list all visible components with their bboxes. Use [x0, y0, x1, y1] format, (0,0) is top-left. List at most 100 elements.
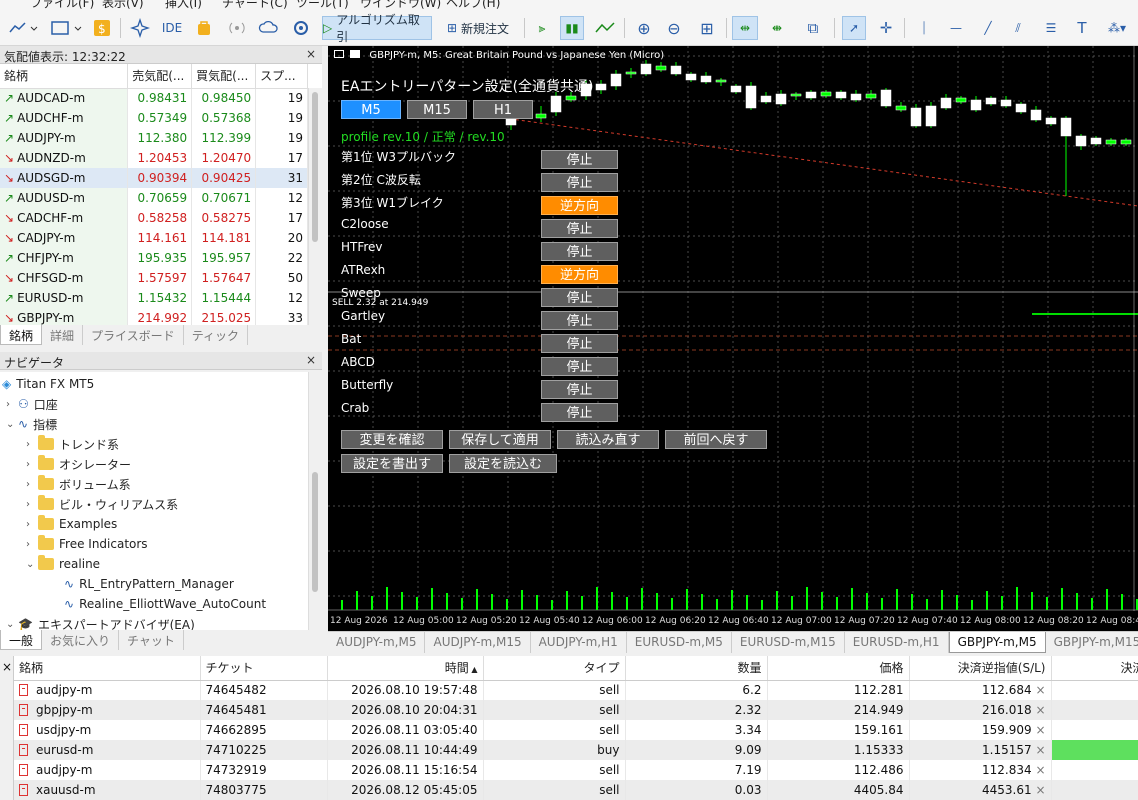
tab-chat[interactable]: チャット	[119, 630, 184, 650]
position-row[interactable]: eurusd-m 74710225 2026.08.11 10:44:49 buy 9.…	[14, 740, 1138, 760]
zoom-in-icon[interactable]: ⊕	[632, 16, 656, 40]
chart-tab[interactable]: EURUSD-m,M5	[627, 632, 732, 653]
tp-cell[interactable]: 111.	[1051, 680, 1138, 700]
column-spread[interactable]: スプ...	[255, 64, 308, 89]
navigator-item[interactable]: ◈ Titan FX MT5	[2, 374, 94, 394]
chart-type-icon[interactable]	[6, 16, 40, 40]
import-settings-button[interactable]: 設定を読込む	[449, 454, 557, 473]
screenshot-icon[interactable]: ⧉	[800, 16, 826, 40]
tab-symbols[interactable]: 銘柄	[0, 325, 43, 345]
market-watch-row[interactable]: ↗ AUDCHF-m 0.57349 0.57368 19	[0, 108, 308, 128]
tp-cell[interactable]: 158.	[1051, 720, 1138, 740]
market-watch-row[interactable]: ↗ EURUSD-m 1.15432 1.15444 12	[0, 288, 308, 308]
sparkle-icon[interactable]	[128, 16, 152, 40]
chart-tab[interactable]: AUDJPY-m,H1	[531, 632, 627, 653]
pattern-toggle-button[interactable]: 停止	[541, 150, 618, 169]
timeframe-icon[interactable]	[48, 16, 84, 40]
export-settings-button[interactable]: 設定を書出す	[341, 454, 443, 473]
close-icon[interactable]: ×	[306, 353, 316, 367]
chevron-right-icon[interactable]: ›	[26, 479, 38, 490]
pattern-toggle-button[interactable]: 停止	[541, 334, 618, 353]
navigator-item[interactable]: › ⚇ 口座	[6, 394, 58, 414]
tp-cell[interactable]: 1.15	[1051, 740, 1138, 760]
confirm-changes-button[interactable]: 変更を確認	[341, 430, 443, 449]
sl-cell[interactable]: 216.018 ×	[909, 700, 1052, 720]
position-row[interactable]: usdjpy-m 74662895 2026.08.11 03:05:40 sell 3…	[14, 720, 1138, 740]
horizontal-line-icon[interactable]: —	[942, 16, 970, 40]
tab-general[interactable]: 一般	[0, 630, 43, 650]
bag-icon[interactable]	[192, 16, 216, 40]
timeframe-m5-button[interactable]: M5	[341, 100, 401, 119]
position-row[interactable]: audjpy-m 74645482 2026.08.10 19:57:48 sell 6…	[14, 680, 1138, 700]
market-watch-row[interactable]: ↗ CHFJPY-m 195.935 195.957 22	[0, 248, 308, 268]
column-header[interactable]: チケット	[200, 656, 328, 681]
revert-button[interactable]: 前回へ戻す	[665, 430, 767, 449]
position-row[interactable]: xauusd-m 74803775 2026.08.12 05:45:05 sell 0…	[14, 780, 1138, 800]
remove-sl-icon[interactable]: ×	[1032, 703, 1045, 717]
save-apply-button[interactable]: 保存して適用	[449, 430, 551, 449]
pattern-toggle-button[interactable]: 停止	[541, 288, 618, 307]
navigator-item[interactable]: › Free Indicators	[26, 534, 148, 554]
pattern-toggle-button[interactable]: 停止	[541, 311, 618, 330]
remove-sl-icon[interactable]: ×	[1032, 743, 1045, 757]
chevron-down-icon[interactable]: ⌄	[26, 559, 38, 570]
chart-tab[interactable]: AUDJPY-m,M15	[425, 632, 531, 653]
market-watch-row[interactable]: ↘ GBPJPY-m 214.992 215.025 33	[0, 308, 308, 325]
chevron-right-icon[interactable]: ›	[26, 539, 38, 550]
fibonacci-icon[interactable]: ☰	[1038, 16, 1064, 40]
chart-tab[interactable]: GBPJPY-m,M5	[948, 632, 1046, 653]
pattern-toggle-button[interactable]: 逆方向	[541, 265, 618, 284]
chart-tab[interactable]: GBPJPY-m,M15	[1046, 632, 1138, 653]
navigator-item[interactable]: › Examples	[26, 514, 117, 534]
column-bid[interactable]: 売気配(...	[127, 64, 193, 89]
sl-cell[interactable]: 1.15157 ×	[909, 740, 1052, 760]
menu-tools[interactable]: ツール(T)	[296, 0, 349, 10]
signal-icon[interactable]	[224, 16, 250, 40]
line-chart-icon[interactable]	[592, 16, 618, 40]
menu-view[interactable]: 表示(V)	[102, 0, 144, 10]
chevron-down-icon[interactable]: ⌄	[6, 419, 18, 430]
menu-help[interactable]: ヘルプ(H)	[446, 0, 500, 10]
channel-icon[interactable]: ⫽	[1006, 16, 1030, 40]
market-watch-row[interactable]: ↘ CADCHF-m 0.58258 0.58275 17	[0, 208, 308, 228]
cursor-icon[interactable]: ➚	[842, 16, 866, 40]
navigator-item[interactable]: › ボリューム系	[26, 474, 131, 494]
tab-ticks[interactable]: ティック	[184, 325, 248, 345]
chevron-right-icon[interactable]: ›	[26, 459, 38, 470]
close-icon[interactable]: ×	[2, 660, 12, 674]
navigator-item[interactable]: › ビル・ウィリアムス系	[26, 494, 178, 514]
navigator-scrollbar[interactable]	[308, 372, 322, 630]
settings-icon[interactable]	[288, 16, 314, 40]
menu-file[interactable]: ファイル(F)	[30, 0, 94, 10]
price-chart[interactable]: GBPJPY-m, M5: Great Britain Pound vs Jap…	[328, 46, 1138, 631]
auto-scroll-icon[interactable]: ⇹	[732, 16, 758, 40]
pattern-toggle-button[interactable]: 停止	[541, 380, 618, 399]
remove-sl-icon[interactable]: ×	[1032, 683, 1045, 697]
pattern-toggle-button[interactable]: 停止	[541, 242, 618, 261]
text-icon[interactable]: T	[1070, 16, 1094, 40]
chevron-right-icon[interactable]: ›	[6, 399, 18, 410]
crosshair-icon[interactable]: ✛	[874, 16, 898, 40]
navigator-item[interactable]: ⌄ 🎓 エキスパートアドバイザ(EA)	[6, 614, 195, 630]
pattern-toggle-button[interactable]: 逆方向	[541, 196, 618, 215]
sl-cell[interactable]: 4453.61 ×	[909, 780, 1052, 800]
tp-cell[interactable]: 213.	[1051, 700, 1138, 720]
position-row[interactable]: gbpjpy-m 74645481 2026.08.10 20:04:31 sell 2…	[14, 700, 1138, 720]
column-header[interactable]: 決済逆指値(S/L)	[909, 656, 1052, 681]
algo-trading-button[interactable]: ▷ アルゴリズム取引	[322, 13, 432, 44]
remove-sl-icon[interactable]: ×	[1032, 723, 1045, 737]
market-watch-row[interactable]: ↘ CHFSGD-m 1.57597 1.57647 50	[0, 268, 308, 288]
reload-button[interactable]: 読込み直す	[557, 430, 659, 449]
close-icon[interactable]: ×	[306, 47, 316, 61]
timeframe-m15-button[interactable]: M15	[407, 100, 467, 119]
market-watch-row[interactable]: ↘ AUDNZD-m 1.20453 1.20470 17	[0, 148, 308, 168]
column-symbol[interactable]: 銘柄	[0, 64, 129, 89]
navigator-item[interactable]: ∿ Realine_ElliottWave_AutoCount	[60, 594, 266, 614]
chevron-right-icon[interactable]: ›	[26, 519, 38, 530]
market-watch-row[interactable]: ↗ AUDJPY-m 112.380 112.399 19	[0, 128, 308, 148]
menu-chart[interactable]: チャート(C)	[222, 0, 288, 10]
navigator-item[interactable]: › トレンド系	[26, 434, 119, 454]
tab-details[interactable]: 詳細	[42, 325, 84, 345]
dollar-icon[interactable]: $	[90, 16, 114, 40]
sl-cell[interactable]: 159.909 ×	[909, 720, 1052, 740]
